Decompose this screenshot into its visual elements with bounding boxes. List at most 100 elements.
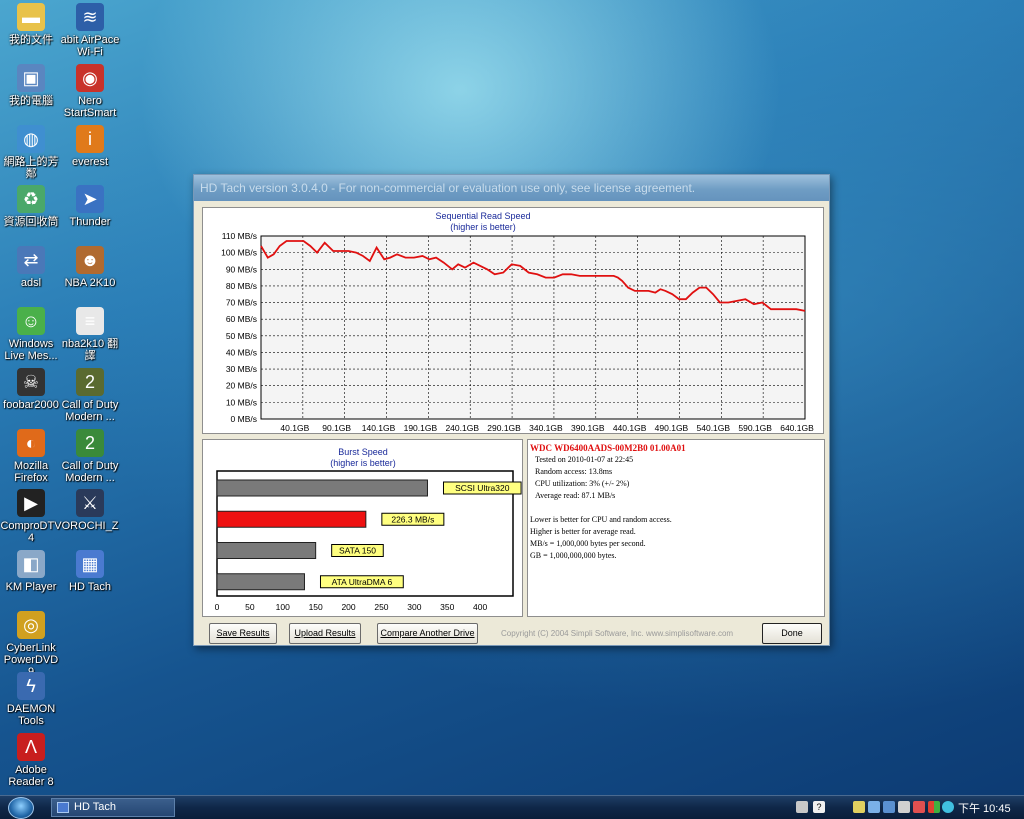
desktop-shortcut-label: Adobe Reader 8 xyxy=(8,763,54,788)
x-tick-label: 590.1GB xyxy=(738,423,772,433)
hd-tach-window: HD Tach version 3.0.4.0 - For non-commer… xyxy=(193,174,830,646)
computer-icon: ▣ xyxy=(17,63,45,92)
keyboard-icon[interactable] xyxy=(796,801,808,813)
desktop-shortcut[interactable]: ⚔ OROCHI_Z xyxy=(59,489,121,532)
orochi-icon: ⚔ xyxy=(76,489,104,518)
sync-tray-icon[interactable] xyxy=(942,801,954,813)
desktop-shortcut[interactable]: ▣ 我的電腦 xyxy=(0,63,62,107)
desktop-shortcut[interactable]: ▦ HD Tach xyxy=(59,550,121,593)
tv-icon: ▶ xyxy=(17,489,45,518)
desktop-shortcut-label: Thunder xyxy=(69,216,111,229)
x-tick-label: 90.1GB xyxy=(322,423,351,433)
taskbar-hd-tach-button[interactable]: HD Tach xyxy=(51,798,175,817)
burst-bar xyxy=(216,573,305,591)
hdtach-icon: ▦ xyxy=(76,550,104,579)
note-higher: Higher is better for average read. xyxy=(530,527,636,536)
x-tick-label: 190.1GB xyxy=(404,423,438,433)
desktop-shortcut[interactable]: ▬ 我的文件 xyxy=(0,3,62,46)
done-button[interactable]: Done xyxy=(762,623,822,644)
volume-icon[interactable] xyxy=(898,801,910,813)
firefox-icon: ◐ xyxy=(17,428,45,457)
desktop-shortcut[interactable]: ⇄ adsl xyxy=(0,246,62,289)
plot-area xyxy=(260,235,806,420)
desktop-shortcut[interactable]: ◍ 網路上的芳鄰 xyxy=(0,124,62,180)
desktop-shortcut[interactable]: ☻ NBA 2K10 xyxy=(59,246,121,289)
security-tray-icon[interactable] xyxy=(913,801,925,813)
user-tray-icon[interactable] xyxy=(883,801,895,813)
help-icon[interactable]: ? xyxy=(813,801,825,813)
desktop-shortcut[interactable]: ϟ DAEMON Tools xyxy=(0,671,62,727)
desktop-shortcut-label: 網路上的芳鄰 xyxy=(3,155,59,180)
messenger-icon: ☺ xyxy=(17,307,45,335)
burst-speed-panel: Burst Speed (higher is better) SCSI Ultr… xyxy=(202,439,523,617)
desktop-shortcut[interactable]: ▶ ComproDTV 4 xyxy=(0,489,62,544)
burst-bar xyxy=(216,479,428,497)
bar-label: 226.3 MB/s xyxy=(391,514,434,524)
foobar-icon: ☠ xyxy=(17,367,45,396)
taskbar-task-label: HD Tach xyxy=(74,801,116,813)
x-tick-label: 390.1GB xyxy=(571,423,605,433)
desktop-shortcut[interactable]: ☺ Windows Live Mes... xyxy=(0,307,62,362)
desktop-shortcut[interactable]: 2 Call of Duty Modern ... xyxy=(59,367,121,423)
desktop-shortcut[interactable]: Λ Adobe Reader 8 xyxy=(0,732,62,788)
drive-info-panel: WDC WD6400AADS-00M2B0 01.00A01 Tested on… xyxy=(527,439,825,617)
desktop-shortcut-label: HD Tach xyxy=(69,581,111,594)
save-results-button[interactable]: Save Results xyxy=(209,623,277,644)
desktop-shortcut-label: Call of Duty Modern ... xyxy=(61,459,119,484)
desktop-shortcut[interactable]: ☠ foobar2000 xyxy=(0,367,62,411)
thunder-icon: ➤ xyxy=(76,185,104,214)
desktop-shortcut-label: KM Player xyxy=(5,581,57,594)
compare-drive-button[interactable]: Compare Another Drive xyxy=(377,623,478,644)
bar-label: SATA 150 xyxy=(339,546,376,556)
desktop-shortcut-label: 我的電腦 xyxy=(9,94,53,107)
x-tick-label: 640.1GB xyxy=(780,423,814,433)
desktop-shortcut[interactable]: i everest xyxy=(59,124,121,168)
desktop-shortcut[interactable]: ≋ abit AirPace Wi-Fi xyxy=(59,3,121,58)
desktop-shortcut-label: abit AirPace Wi-Fi xyxy=(60,34,120,58)
desktop-shortcut-label: Call of Duty Modern ... xyxy=(61,398,119,423)
network-icon: ◍ xyxy=(17,124,45,153)
x-tick-label: 490.1GB xyxy=(655,423,689,433)
desktop-shortcut[interactable]: ◉ Nero StartSmart xyxy=(59,63,121,119)
desktop-shortcut[interactable]: ◧ KM Player xyxy=(0,550,62,593)
x-tick-label: 200 xyxy=(341,602,355,612)
shield-icon[interactable] xyxy=(853,801,865,813)
burst-bar xyxy=(216,542,317,559)
desktop-shortcut[interactable]: ◐ Mozilla Firefox xyxy=(0,428,62,484)
cpu-utilization: CPU utilization: 3% (+/- 2%) xyxy=(535,479,630,488)
x-tick-label: 250 xyxy=(374,602,388,612)
desktop-shortcut-label: everest xyxy=(71,155,109,168)
y-tick-label: 80 MB/s xyxy=(226,281,257,291)
desktop-shortcut[interactable]: ♻ 資源回收筒 xyxy=(0,185,62,228)
clock[interactable]: 下午 10:45 xyxy=(958,800,1011,816)
save-results-label: Save Results xyxy=(216,628,270,638)
desktop-shortcut[interactable]: ≡ nba2k10 翻譯 xyxy=(59,307,121,362)
y-tick-label: 30 MB/s xyxy=(226,364,257,374)
average-read: Average read: 87.1 MB/s xyxy=(535,491,616,500)
adsl-icon: ⇄ xyxy=(17,246,45,275)
window-title[interactable]: HD Tach version 3.0.4.0 - For non-commer… xyxy=(194,175,829,201)
windows-flag-icon[interactable] xyxy=(928,801,940,813)
powerdvd-icon: ◎ xyxy=(17,611,45,639)
nba-icon: ☻ xyxy=(76,246,104,275)
desktop-shortcut-label: 資源回收筒 xyxy=(3,216,59,229)
y-tick-label: 110 MB/s xyxy=(222,231,257,241)
desktop-shortcut-label: ComproDTV 4 xyxy=(0,520,62,545)
desktop-shortcut[interactable]: ◎CyberLink PowerDVD 9 xyxy=(0,611,62,678)
start-button[interactable] xyxy=(8,797,34,819)
desktop-shortcut-label: foobar2000 xyxy=(3,398,59,411)
upload-results-button[interactable]: Upload Results xyxy=(289,623,361,644)
copyright-text[interactable]: Copyright (C) 2004 Simpli Software, Inc.… xyxy=(501,629,733,638)
upload-results-label: Upload Results xyxy=(294,628,356,638)
note-lower: Lower is better for CPU and random acces… xyxy=(530,515,672,524)
network-tray-icon[interactable] xyxy=(868,801,880,813)
desktop-shortcut-label: adsl xyxy=(20,277,42,290)
desktop-shortcut[interactable]: 2 Call of Duty Modern ... xyxy=(59,428,121,484)
desktop-shortcut-label: 我的文件 xyxy=(9,34,53,46)
wifi-router-icon: ≋ xyxy=(76,3,104,31)
y-tick-label: 60 MB/s xyxy=(226,314,257,324)
x-tick-label: 350 xyxy=(440,602,454,612)
x-tick-label: 400 xyxy=(473,602,487,612)
note-mbs: MB/s = 1,000,000 bytes per second. xyxy=(530,539,646,548)
desktop-shortcut[interactable]: ➤ Thunder xyxy=(59,185,121,228)
